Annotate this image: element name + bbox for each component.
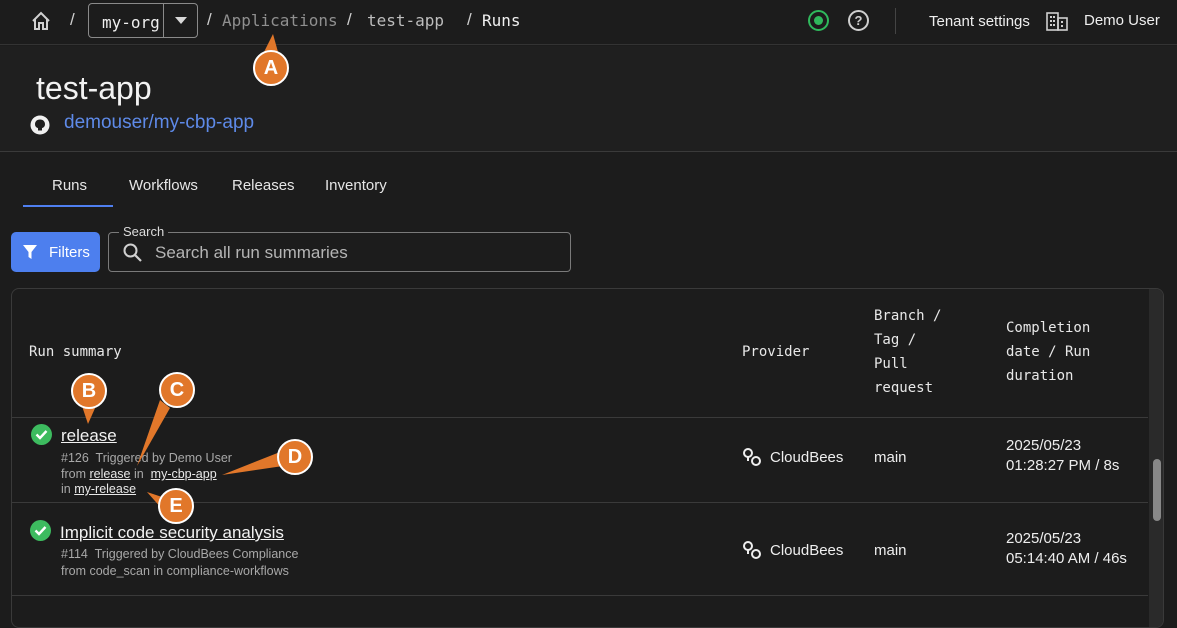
callout-d: D — [277, 439, 313, 475]
callout-e: E — [158, 488, 194, 524]
callout-b: B — [71, 373, 107, 409]
callout-c: C — [159, 372, 195, 408]
callout-a: A — [253, 50, 289, 86]
